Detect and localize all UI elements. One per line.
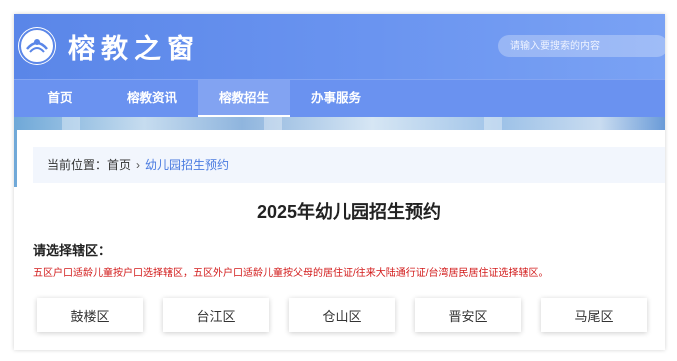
district-selector: 鼓楼区 台江区 仓山区 晋安区 马尾区 (37, 298, 647, 334)
breadcrumb-home-link[interactable]: 首页 (107, 147, 131, 183)
eligibility-notice: 五区户口适龄儿童按户口选择辖区，五区外户口适龄儿童按父母的居住证/往来大陆通行证… (33, 268, 549, 279)
content-panel: 当前位置：首页 › 幼儿园招生预约 2025年幼儿园招生预约 请选择辖区： 五区户口… (17, 130, 665, 350)
site-title: 榕教之窗 (68, 34, 200, 65)
district-button-taijiang[interactable]: 台江区 (163, 298, 269, 332)
district-button-mawei[interactable]: 马尾区 (541, 298, 647, 332)
search-input[interactable] (498, 35, 665, 57)
chevron-right-icon: › (136, 158, 141, 172)
nav-item-services[interactable]: 办事服务 (290, 80, 382, 118)
district-button-gulou[interactable]: 鼓楼区 (37, 298, 143, 332)
nav-item-admissions[interactable]: 榕教招生 (198, 80, 290, 118)
page-frame: 榕教之窗 首页 榕教资讯 榕教招生 办事服务 当前位置：首页›幼儿园招生预约 2… (14, 14, 665, 350)
breadcrumb-current: 幼儿园招生预约 (145, 158, 230, 172)
site-logo-icon (18, 27, 56, 65)
district-button-cangshan[interactable]: 仓山区 (289, 298, 395, 332)
search-box (498, 35, 665, 57)
page-title: 2025年幼儿园招生预约 (256, 202, 442, 222)
district-prompt: 请选择辖区： (33, 243, 112, 258)
breadcrumb-prefix: 当前位置： (47, 158, 108, 172)
main-nav: 首页 榕教资讯 榕教招生 办事服务 (14, 79, 665, 118)
nav-item-news[interactable]: 榕教资讯 (106, 80, 198, 118)
site-header: 榕教之窗 (14, 14, 665, 79)
nav-item-home[interactable]: 首页 (14, 80, 106, 118)
breadcrumb: 当前位置：首页 › 幼儿园招生预约 (33, 147, 665, 183)
district-button-jinan[interactable]: 晋安区 (415, 298, 521, 332)
